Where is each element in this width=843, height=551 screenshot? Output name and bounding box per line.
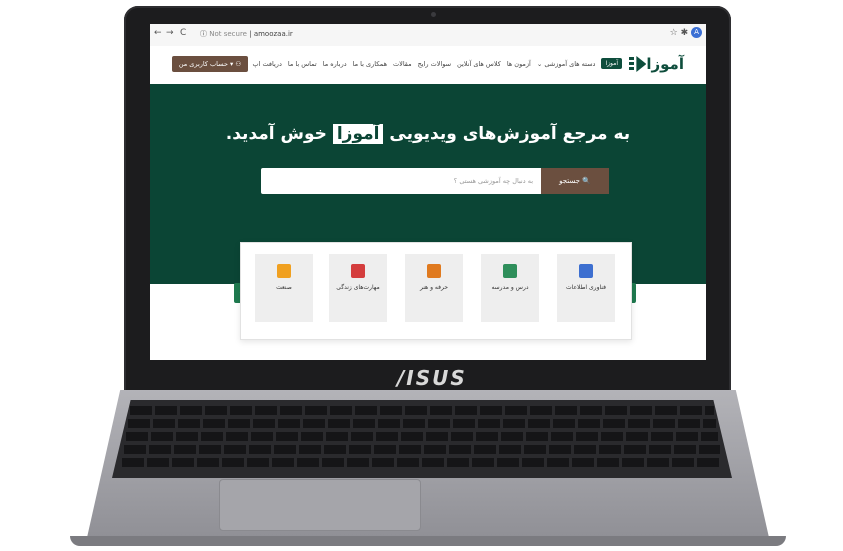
category-carousel: فناوری اطلاعات درس و مدرسه حرفه و هنر مهارت…	[240, 242, 632, 340]
gear-icon	[277, 264, 291, 278]
category-card[interactable]: فناوری اطلاعات	[557, 254, 615, 322]
menu-item[interactable]: سوالات رایج	[418, 60, 451, 68]
site-logo[interactable]: آموزا	[629, 54, 688, 74]
logo-play-icon	[636, 56, 647, 72]
back-button[interactable]: ←	[154, 28, 162, 38]
extensions-icon[interactable]: ✱	[681, 28, 689, 38]
category-card[interactable]: حرفه و هنر	[405, 254, 463, 322]
menu-item[interactable]: کلاس های آنلاین	[457, 60, 501, 68]
category-label: درس و مدرسه	[491, 284, 529, 291]
main-menu: آموزا دسته های آموزشی ⌄ آزمون ها کلاس های آ…	[253, 58, 622, 69]
laptop-front-edge	[70, 536, 786, 546]
logo-text: آموزا	[646, 55, 684, 73]
category-card[interactable]: صنعت	[255, 254, 313, 322]
menu-item[interactable]: آموزا	[601, 58, 622, 69]
category-label: صنعت	[276, 284, 292, 291]
site-header: آموزا آموزا دسته های آموزشی ⌄ آزمون ها کلاس…	[150, 46, 706, 84]
bookmark-star-icon[interactable]: ☆	[670, 28, 678, 38]
chalkboard-icon	[503, 264, 517, 278]
forward-button[interactable]: →	[166, 28, 174, 38]
hero-title: به مرجع آموزش‌های ویدیویی آموزا خوش آمدی…	[150, 124, 706, 144]
menu-item[interactable]: مقالات	[393, 60, 412, 68]
menu-item[interactable]: همکاری با ما	[353, 60, 387, 68]
laptop-screen: ← → C ⓘ Not secure | amoozaa.ir ☆ ✱ A آم…	[150, 24, 706, 360]
address-bar[interactable]: ⓘ Not secure | amoozaa.ir	[200, 28, 320, 41]
security-label: Not secure	[209, 30, 247, 38]
art-icon	[427, 264, 441, 278]
reload-button[interactable]: C	[180, 28, 186, 38]
search-box: جستجو 🔍 به دنبال چه آموزشی هستی ؟	[261, 168, 609, 194]
logo-bars-icon	[629, 57, 635, 71]
menu-item[interactable]: درباره ما	[323, 60, 347, 68]
search-input[interactable]: به دنبال چه آموزشی هستی ؟	[454, 177, 533, 185]
hero-title-highlight: آموزا	[332, 124, 384, 144]
browser-toolbar: ← → C ⓘ Not secure | amoozaa.ir ☆ ✱ A	[150, 24, 706, 47]
hero-title-part1: به مرجع آموزش‌های ویدیویی	[389, 124, 631, 144]
menu-item[interactable]: دسته های آموزشی ⌄	[537, 60, 596, 68]
touchpad	[219, 479, 421, 531]
menu-item[interactable]: دریافت اپ	[253, 60, 282, 68]
profile-avatar[interactable]: A	[691, 27, 702, 38]
keyboard	[112, 400, 732, 478]
category-label: حرفه و هنر	[419, 284, 449, 291]
category-card[interactable]: مهارت‌های زندگی	[329, 254, 387, 322]
house-icon	[351, 264, 365, 278]
brand-logo: /ISUS	[397, 366, 467, 390]
menu-item[interactable]: آزمون ها	[507, 60, 531, 68]
webcam	[431, 12, 436, 17]
url-text: amoozaa.ir	[253, 30, 293, 38]
category-label: مهارت‌های زندگی	[336, 284, 380, 291]
category-card[interactable]: درس و مدرسه	[481, 254, 539, 322]
menu-item[interactable]: تماس با ما	[288, 60, 317, 68]
account-button[interactable]: حساب کاربری من ▾ ⚇	[172, 56, 248, 72]
category-label: فناوری اطلاعات	[566, 284, 606, 291]
it-icon	[579, 264, 593, 278]
search-button[interactable]: جستجو 🔍	[541, 168, 609, 194]
hero-title-part2: خوش آمدید.	[225, 124, 327, 144]
